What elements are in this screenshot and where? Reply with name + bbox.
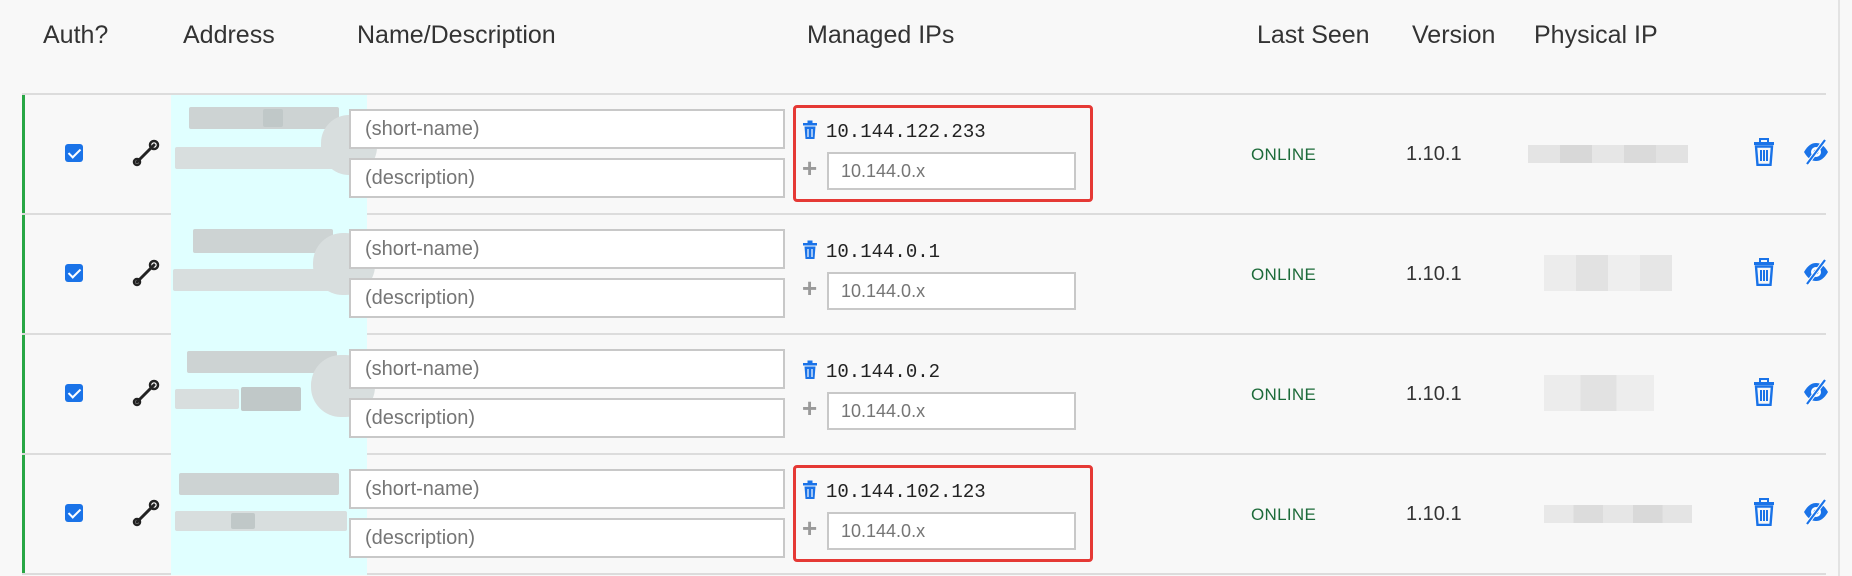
auth-checkbox[interactable]	[65, 504, 83, 522]
wrench-icon[interactable]	[132, 259, 160, 287]
member-table-body: 10.144.122.233 + ONLINE 1.10.1 10.144.0.…	[22, 95, 1828, 576]
address-redacted-block	[175, 389, 239, 409]
version-value: 1.10.1	[1406, 503, 1462, 525]
description-input[interactable]	[349, 158, 785, 198]
address-cell	[171, 455, 367, 575]
last-seen-status: ONLINE	[1251, 145, 1317, 164]
managed-ip-highlight	[793, 105, 1093, 202]
auth-checkbox[interactable]	[65, 384, 83, 402]
managed-ip-highlight	[793, 465, 1093, 562]
description-input[interactable]	[349, 518, 785, 558]
address-redacted-block	[241, 387, 301, 411]
authorized-indicator	[22, 215, 25, 333]
physical-ip-redacted	[1544, 505, 1692, 523]
version-value: 1.10.1	[1406, 143, 1462, 165]
version-value: 1.10.1	[1406, 383, 1462, 405]
delete-member-trash-icon[interactable]	[1753, 378, 1775, 406]
auth-checkbox[interactable]	[65, 264, 83, 282]
hide-member-eye-slash-icon[interactable]	[1801, 377, 1831, 407]
wrench-icon[interactable]	[132, 379, 160, 407]
authorized-indicator	[22, 335, 25, 453]
address-redacted-block	[263, 109, 283, 127]
add-ip-input[interactable]	[827, 272, 1076, 310]
last-seen-status: ONLINE	[1251, 385, 1317, 404]
delete-member-trash-icon[interactable]	[1753, 258, 1775, 286]
wrench-icon[interactable]	[132, 499, 160, 527]
auth-checkbox[interactable]	[65, 144, 83, 162]
authorized-indicator	[22, 95, 25, 213]
physical-ip-redacted	[1544, 375, 1654, 411]
member-row: 10.144.0.1 + ONLINE 1.10.1	[22, 215, 1828, 335]
name-description-column-header[interactable]: Name/Description	[357, 21, 556, 50]
add-ip-plus-icon[interactable]: +	[802, 273, 817, 304]
authorized-indicator	[22, 455, 25, 573]
description-input[interactable]	[349, 278, 785, 318]
auth-column-header[interactable]: Auth?	[43, 21, 108, 50]
address-cell	[171, 215, 375, 335]
last-seen-status: ONLINE	[1251, 265, 1317, 284]
devices-page: { "header": { "auth": "Auth?", "address"…	[0, 0, 1852, 576]
physical-ip-column-header[interactable]: Physical IP	[1534, 21, 1658, 50]
short-name-input[interactable]	[349, 469, 785, 509]
managed-ip-value: 10.144.0.2	[826, 361, 941, 383]
member-row: 10.144.0.2 + ONLINE 1.10.1	[22, 335, 1828, 455]
add-ip-plus-icon[interactable]: +	[802, 393, 817, 424]
remove-ip-trash-icon[interactable]	[802, 240, 818, 260]
version-column-header[interactable]: Version	[1412, 21, 1495, 50]
scrollbar-track	[1838, 0, 1840, 576]
physical-ip-redacted	[1544, 255, 1672, 291]
remove-ip-trash-icon[interactable]	[802, 360, 818, 380]
hide-member-eye-slash-icon[interactable]	[1801, 497, 1831, 527]
short-name-input[interactable]	[349, 109, 785, 149]
hide-member-eye-slash-icon[interactable]	[1801, 257, 1831, 287]
address-redacted-block	[175, 511, 347, 531]
address-redacted-block	[175, 147, 345, 169]
address-redacted-block	[179, 473, 339, 495]
last-seen-status: ONLINE	[1251, 505, 1317, 524]
address-cell	[171, 95, 377, 215]
address-cell	[171, 335, 375, 455]
add-ip-input[interactable]	[827, 392, 1076, 430]
version-value: 1.10.1	[1406, 263, 1462, 285]
description-input[interactable]	[349, 398, 785, 438]
hide-member-eye-slash-icon[interactable]	[1801, 137, 1831, 167]
short-name-input[interactable]	[349, 349, 785, 389]
address-column-header[interactable]: Address	[183, 21, 275, 50]
address-redacted-block	[193, 229, 333, 253]
wrench-icon[interactable]	[132, 139, 160, 167]
short-name-input[interactable]	[349, 229, 785, 269]
physical-ip-redacted	[1528, 145, 1688, 163]
last-seen-column-header[interactable]: Last Seen	[1257, 21, 1370, 50]
member-row: 10.144.102.123 + ONLINE 1.10.1	[22, 455, 1828, 575]
member-row: 10.144.122.233 + ONLINE 1.10.1	[22, 95, 1828, 215]
delete-member-trash-icon[interactable]	[1753, 138, 1775, 166]
managed-ip-value: 10.144.0.1	[826, 241, 941, 263]
delete-member-trash-icon[interactable]	[1753, 498, 1775, 526]
address-redacted-block	[231, 513, 255, 529]
table-header: Auth? Address Name/Description Managed I…	[0, 0, 1852, 94]
managed-ips-column-header[interactable]: Managed IPs	[807, 21, 954, 50]
